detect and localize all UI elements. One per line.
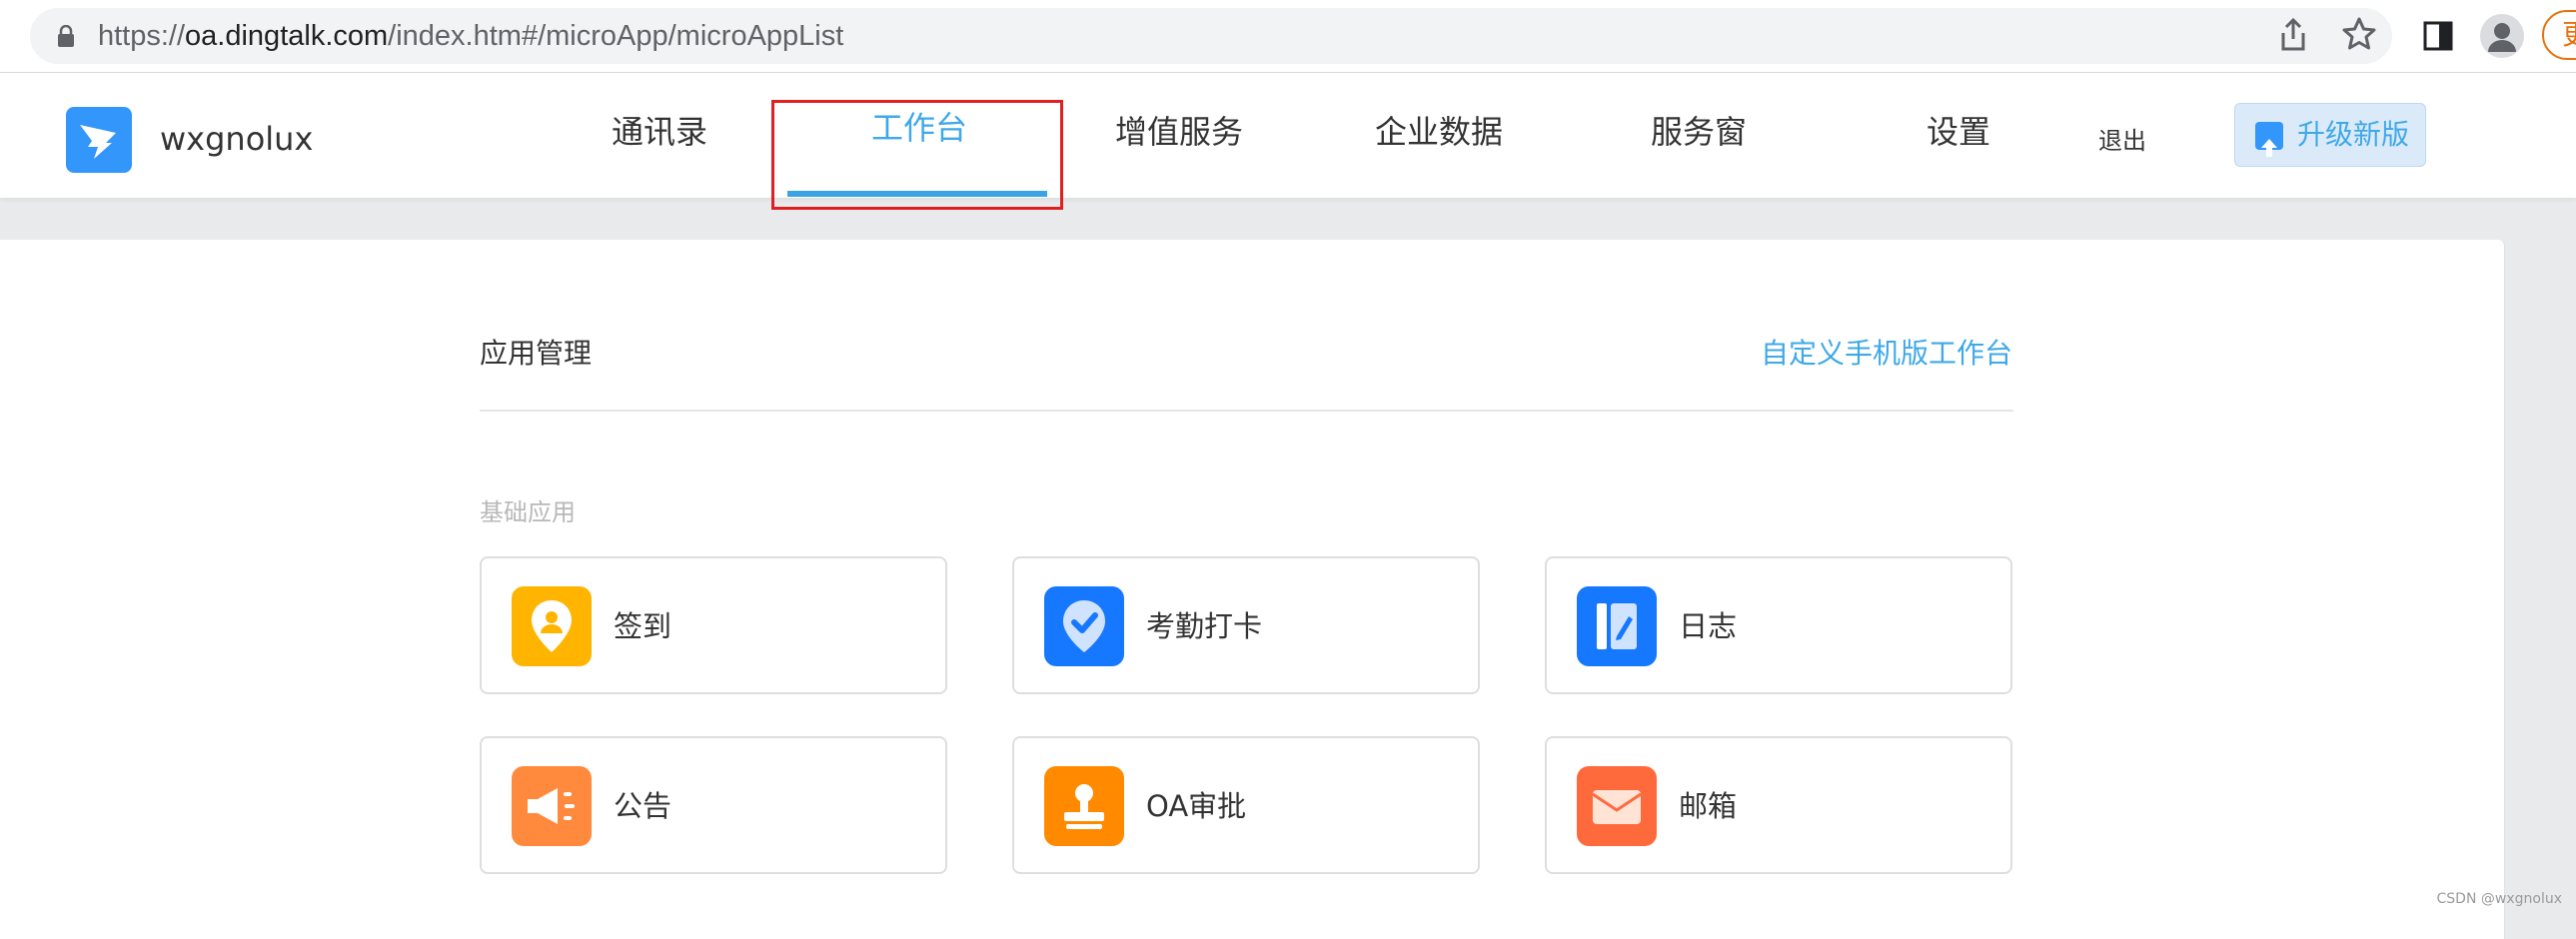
app-name: 邮箱 bbox=[1679, 789, 1738, 823]
app-name: 日志 bbox=[1679, 609, 1738, 643]
side-panel-icon[interactable] bbox=[2422, 20, 2454, 52]
check-pin-icon bbox=[1044, 586, 1124, 666]
url-text[interactable]: https://oa.dingtalk.com/index.htm#/micro… bbox=[98, 8, 843, 64]
app-card-attendance[interactable]: 考勤打卡 bbox=[1012, 556, 1480, 694]
app-name: 签到 bbox=[614, 609, 672, 643]
group-label: 基础应用 bbox=[480, 498, 576, 526]
url-host: oa.dingtalk.com bbox=[185, 20, 389, 52]
share-icon[interactable] bbox=[2278, 17, 2308, 53]
address-bar[interactable]: https://oa.dingtalk.com/index.htm#/micro… bbox=[30, 8, 2392, 64]
browser-update-button[interactable]: 更 bbox=[2542, 10, 2576, 60]
app-name: 考勤打卡 bbox=[1146, 609, 1263, 643]
upgrade-button[interactable]: 升级新版 bbox=[2234, 103, 2426, 167]
app-card-announcement[interactable]: 公告 bbox=[480, 736, 947, 874]
nav-tab-service-window[interactable]: 服务窗 bbox=[1651, 109, 1747, 155]
app-card-log[interactable]: 日志 bbox=[1545, 556, 2012, 694]
app-header: wxgnolux 通讯录 工作台 增值服务 企业数据 服务窗 设置 退出 升级新… bbox=[0, 73, 2576, 198]
app-name: OA审批 bbox=[1146, 789, 1247, 823]
customize-mobile-workbench-link[interactable]: 自定义手机版工作台 bbox=[1761, 332, 2012, 372]
main-content-card: 应用管理 自定义手机版工作台 基础应用 签到 考勤打卡 日志 公告 OA审批 邮… bbox=[0, 240, 2505, 939]
upgrade-arrow-icon bbox=[2255, 122, 2283, 157]
nav-tab-settings[interactable]: 设置 bbox=[1927, 109, 1990, 155]
app-card-checkin[interactable]: 签到 bbox=[480, 556, 947, 694]
bookmark-star-icon[interactable] bbox=[2341, 16, 2377, 52]
envelope-icon bbox=[1577, 766, 1657, 846]
app-name: 公告 bbox=[614, 789, 672, 823]
nav-tab-contacts[interactable]: 通讯录 bbox=[612, 109, 707, 155]
profile-avatar-icon[interactable] bbox=[2480, 14, 2524, 58]
logout-link[interactable]: 退出 bbox=[2098, 121, 2146, 156]
annotation-highlight-box bbox=[771, 100, 1063, 210]
megaphone-icon bbox=[512, 766, 592, 846]
stamp-icon bbox=[1044, 766, 1124, 846]
url-prefix: https:// bbox=[98, 20, 186, 52]
lock-icon[interactable] bbox=[56, 25, 76, 47]
dingtalk-logo-icon[interactable] bbox=[66, 107, 132, 173]
app-card-mailbox[interactable]: 邮箱 bbox=[1545, 736, 2012, 874]
org-name: wxgnolux bbox=[160, 120, 314, 158]
watermark: CSDN @wxgnolux bbox=[2436, 891, 2562, 907]
app-card-oa-approval[interactable]: OA审批 bbox=[1012, 736, 1480, 874]
url-path: /index.htm#/microApp/microAppList bbox=[388, 20, 844, 52]
page-title: 应用管理 bbox=[480, 337, 593, 370]
upgrade-button-label: 升级新版 bbox=[2297, 118, 2410, 151]
browser-toolbar: https://oa.dingtalk.com/index.htm#/micro… bbox=[0, 0, 2576, 73]
nav-tab-value-added-services[interactable]: 增值服务 bbox=[1115, 109, 1243, 155]
section-divider bbox=[480, 410, 2013, 412]
location-person-icon bbox=[512, 586, 592, 666]
notebook-icon bbox=[1577, 586, 1657, 666]
nav-tab-enterprise-data[interactable]: 企业数据 bbox=[1375, 109, 1503, 155]
